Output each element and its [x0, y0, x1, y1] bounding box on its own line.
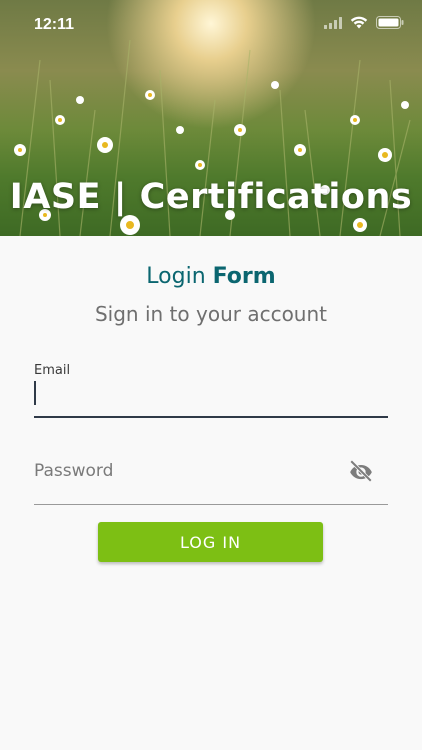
- hero-banner: 12:11 IASE | Certifications: [0, 0, 422, 236]
- text-caret: [34, 381, 36, 405]
- form-title-bold: Form: [212, 264, 276, 289]
- wifi-icon: [350, 16, 368, 29]
- battery-icon: [376, 16, 404, 29]
- status-time: 12:11: [34, 16, 75, 33]
- form-title: Login Form: [0, 264, 422, 289]
- email-label: Email: [34, 363, 71, 378]
- eye-off-icon[interactable]: [348, 458, 374, 484]
- password-field[interactable]: [34, 452, 388, 505]
- status-bar: 12:11: [0, 0, 422, 50]
- password-input[interactable]: [34, 458, 334, 484]
- app-title: IASE | Certifications: [9, 177, 413, 217]
- email-field[interactable]: Email: [34, 360, 388, 418]
- login-button[interactable]: LOG IN: [98, 522, 323, 562]
- email-input[interactable]: [34, 380, 388, 410]
- form-title-prefix: Login: [146, 264, 206, 289]
- form-subtitle: Sign in to your account: [94, 302, 327, 326]
- signal-icon: [324, 16, 342, 29]
